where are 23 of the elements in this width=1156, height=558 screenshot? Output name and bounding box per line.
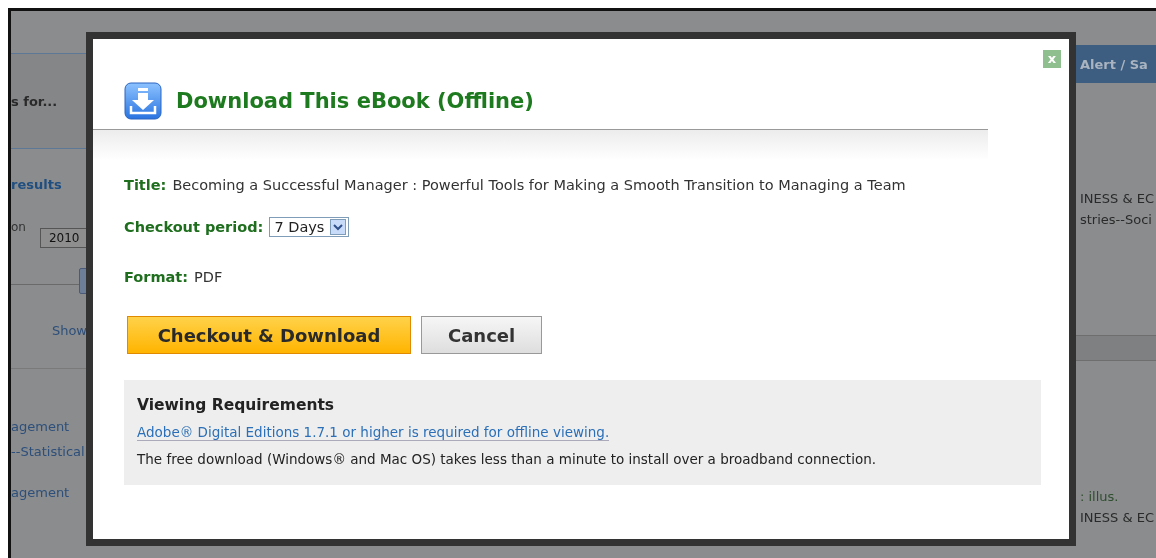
cancel-button[interactable]: Cancel (421, 316, 543, 354)
close-button[interactable]: x (1043, 50, 1061, 68)
caret-icon (330, 219, 347, 235)
field-label: Checkout period: (124, 219, 264, 235)
panel-heading: s for... (11, 93, 58, 109)
checkout-button[interactable]: Checkout & Download (127, 316, 411, 354)
field-label: Title: (124, 177, 167, 193)
subject-text: INESS & EC (1080, 191, 1155, 206)
requirements-note: The free download (Windows® and Mac OS) takes less than a minute to install over a broadband connection. (137, 451, 878, 467)
year-label: on (11, 220, 26, 234)
field-label: Format: (124, 269, 189, 285)
year-field[interactable]: 2010 (39, 228, 89, 248)
record-text: : illus. (1080, 489, 1120, 504)
field-value: Becoming a Successful Manager : Powerful Tools for Making a Smooth Transition to Managing a Team (172, 177, 906, 193)
requirements-heading: Viewing Requirements (137, 396, 336, 414)
field-value: PDF (194, 269, 223, 285)
checkout-period-select[interactable]: 7 Days (269, 217, 350, 237)
requirements-link[interactable]: Adobe® Digital Editions 1.7.1 or higher is required for offline viewing. (137, 424, 610, 441)
record-text: INESS & EC (1080, 510, 1155, 525)
download-icon (124, 81, 162, 120)
show-link[interactable]: Show (51, 323, 87, 338)
dialog-title: Download This eBook (Offline) (176, 88, 534, 113)
subject-text: stries--Soci (1080, 212, 1153, 227)
